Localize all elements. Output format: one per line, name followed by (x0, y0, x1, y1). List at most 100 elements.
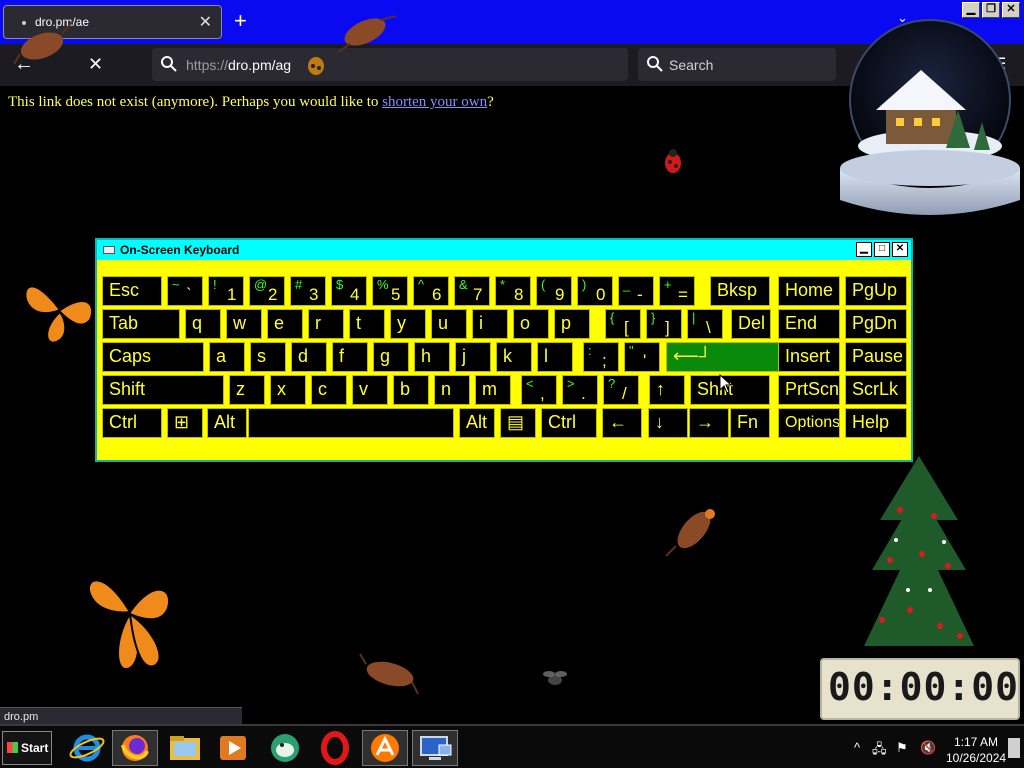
key-windows[interactable]: ⊞ (167, 408, 203, 438)
key-left-arrow[interactable]: ← (602, 408, 642, 438)
key-'[interactable]: " ' (624, 342, 660, 372)
avast-app[interactable] (362, 730, 408, 766)
key-l[interactable]: l (537, 342, 573, 372)
key-;[interactable]: :; (583, 342, 619, 372)
key-v[interactable]: v (352, 375, 388, 405)
cyberduck-app[interactable] (262, 730, 308, 766)
key-esc[interactable]: Esc (102, 276, 162, 306)
key-,[interactable]: <, (521, 375, 557, 405)
key-space[interactable] (248, 408, 454, 438)
key-4[interactable]: $4 (331, 276, 367, 306)
key-scroll-lock[interactable]: ScrLk (845, 375, 907, 405)
key-fn[interactable]: Fn (730, 408, 770, 438)
osk-close-button[interactable]: ✕ (892, 242, 908, 257)
key-3[interactable]: #3 (290, 276, 326, 306)
network-icon[interactable]: 🖧 (872, 740, 887, 762)
key-y[interactable]: y (390, 309, 426, 339)
key-\[interactable]: | \ (687, 309, 723, 339)
key-caps-lock[interactable]: Caps (102, 342, 204, 372)
osk-maximize-button[interactable]: □ (874, 242, 890, 257)
key-pause[interactable]: Pause (845, 342, 907, 372)
close-window-button[interactable]: ✕ (1002, 2, 1020, 18)
key-2[interactable]: @2 (249, 276, 285, 306)
key-][interactable]: }] (646, 309, 682, 339)
key-ctrl[interactable]: Ctrl (541, 408, 597, 438)
key-t[interactable]: t (349, 309, 385, 339)
key-k[interactable]: k (496, 342, 532, 372)
key-r[interactable]: r (308, 309, 344, 339)
key-page-up[interactable]: PgUp (845, 276, 907, 306)
key-enter[interactable]: ⟵┘ (666, 342, 788, 372)
key-alt[interactable]: Alt (207, 408, 247, 438)
key-e[interactable]: e (267, 309, 303, 339)
stop-button[interactable]: ✕ (88, 53, 103, 75)
tray-expand-button[interactable]: ^ (854, 740, 860, 755)
key-ctrl[interactable]: Ctrl (102, 408, 162, 438)
key-help[interactable]: Help (845, 408, 907, 438)
remote-desktop-app[interactable] (412, 730, 458, 766)
key-q[interactable]: q (185, 309, 221, 339)
key-=[interactable]: + = (659, 276, 695, 306)
shorten-link[interactable]: shorten your own (382, 94, 487, 110)
action-center-flag-icon[interactable]: ⚑ (896, 740, 908, 756)
file-explorer-app[interactable] (162, 730, 208, 766)
key-.[interactable]: >. (562, 375, 598, 405)
osk-title-bar[interactable]: On-Screen Keyboard ▁ □ ✕ (97, 240, 911, 260)
start-button[interactable]: Start (2, 731, 52, 765)
key-7[interactable]: & 7 (454, 276, 490, 306)
key-u[interactable]: u (431, 309, 467, 339)
key-b[interactable]: b (393, 375, 429, 405)
key-s[interactable]: s (250, 342, 286, 372)
key-page-down[interactable]: PgDn (845, 309, 907, 339)
key-alt[interactable]: Alt (459, 408, 495, 438)
key-home[interactable]: Home (778, 276, 840, 306)
key-i[interactable]: i (472, 309, 508, 339)
new-tab-button[interactable]: + (234, 8, 247, 34)
key-z[interactable]: z (229, 375, 265, 405)
volume-muted-icon[interactable]: 🔇 (920, 740, 936, 756)
key-options[interactable]: Options (778, 408, 840, 438)
key-print-screen[interactable]: PrtScn (778, 375, 840, 405)
show-desktop-button[interactable] (1008, 738, 1020, 758)
search-box[interactable]: Search (638, 48, 836, 81)
minimize-button[interactable]: ▁ (962, 2, 980, 18)
key-/[interactable]: ? / (603, 375, 639, 405)
key-h[interactable]: h (414, 342, 450, 372)
key-up-arrow[interactable]: ↑ (649, 375, 685, 405)
key-d[interactable]: d (291, 342, 327, 372)
key-delete[interactable]: Del (731, 309, 771, 339)
key-8[interactable]: * 8 (495, 276, 531, 306)
key-a[interactable]: a (209, 342, 245, 372)
key-o[interactable]: o (513, 309, 549, 339)
key-shift[interactable]: Shift (102, 375, 224, 405)
opera-app[interactable] (312, 730, 358, 766)
key-x[interactable]: x (270, 375, 306, 405)
restore-button[interactable]: ❐ (982, 2, 1000, 18)
key-menu[interactable]: ▤ (500, 408, 536, 438)
internet-explorer-app[interactable] (64, 730, 110, 766)
key-p[interactable]: p (554, 309, 590, 339)
key-n[interactable]: n (434, 375, 470, 405)
firefox-app[interactable] (112, 730, 158, 766)
key-down-arrow[interactable]: ↓ (648, 408, 688, 438)
media-player-app[interactable] (210, 730, 256, 766)
key-w[interactable]: w (226, 309, 262, 339)
key-1[interactable]: ! 1 (208, 276, 244, 306)
osk-minimize-button[interactable]: ▁ (856, 242, 872, 257)
key-right-arrow[interactable]: → (689, 408, 729, 438)
tray-time[interactable]: 1:17 AM (954, 735, 998, 749)
key-g[interactable]: g (373, 342, 409, 372)
key--[interactable]: _ - (618, 276, 654, 306)
key-0[interactable]: ) 0 (577, 276, 613, 306)
key-insert[interactable]: Insert (778, 342, 840, 372)
key-9[interactable]: (9 (536, 276, 572, 306)
key-f[interactable]: f (332, 342, 368, 372)
key-tab[interactable]: Tab (102, 309, 180, 339)
key-6[interactable]: ^ 6 (413, 276, 449, 306)
key-backspace[interactable]: Bksp (710, 276, 770, 306)
key-c[interactable]: c (311, 375, 347, 405)
tray-date[interactable]: 10/26/2024 (946, 751, 1006, 765)
tab-close-button[interactable]: ✕ (199, 12, 212, 32)
key-[[interactable]: {[ (605, 309, 641, 339)
key-j[interactable]: j (455, 342, 491, 372)
